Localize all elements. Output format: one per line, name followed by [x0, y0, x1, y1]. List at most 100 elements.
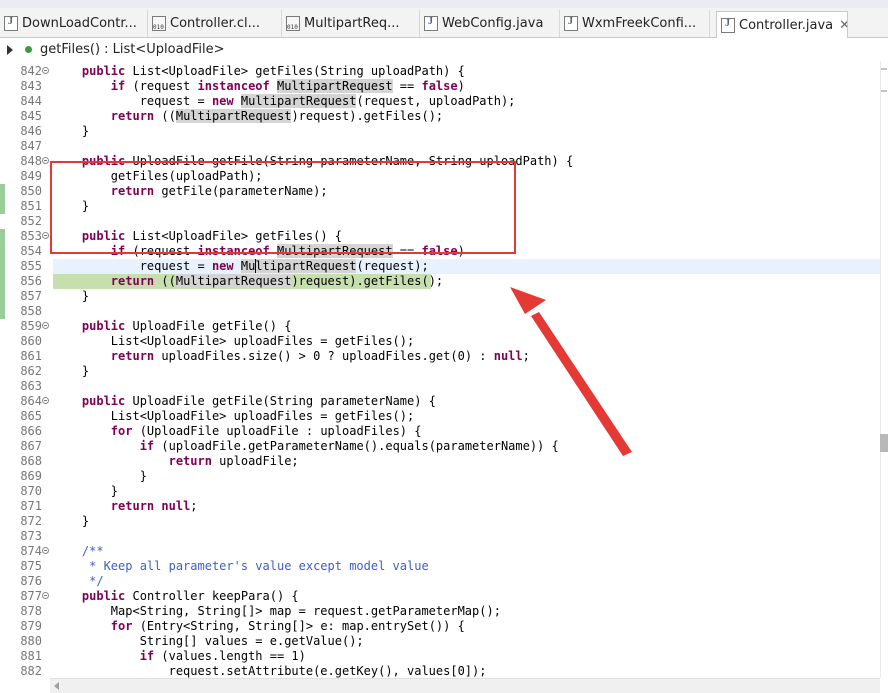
code-text[interactable]: return uploadFile; [53, 454, 299, 469]
code-text[interactable]: } [53, 364, 89, 379]
vertical-scrollbar[interactable] [880, 61, 888, 678]
code-editor[interactable]: 842 public List<UploadFile> getFiles(Str… [0, 61, 880, 678]
editor-tab[interactable]: WebConfig.java [420, 10, 560, 37]
code-text[interactable]: return ((MultipartRequest)request).getFi… [53, 109, 443, 124]
code-line[interactable]: 856 return ((MultipartRequest)request).g… [0, 274, 880, 289]
code-text[interactable]: if (request instanceof MultipartRequest … [53, 79, 465, 94]
code-text[interactable]: request = new MultipartRequest(request, … [53, 94, 515, 109]
code-line[interactable]: 879 for (Entry<String, String[]> e: map.… [0, 619, 880, 634]
code-line[interactable]: 855 request = new MultipartRequest(reque… [0, 259, 880, 274]
code-line[interactable]: 873 [0, 529, 880, 544]
scroll-left-icon[interactable] [54, 682, 59, 690]
editor-tab[interactable]: DownLoadContr... [0, 10, 148, 37]
fold-collapse-icon[interactable] [42, 322, 49, 329]
code-text[interactable]: */ [53, 574, 103, 589]
code-text[interactable]: if (values.length == 1) [53, 649, 306, 664]
editor-tab-label: MultipartReq... [304, 16, 400, 31]
code-text[interactable]: return ((MultipartRequest)request).getFi… [53, 274, 443, 289]
code-text[interactable]: return uploadFiles.size() > 0 ? uploadFi… [53, 349, 530, 364]
code-line[interactable]: 865 List<UploadFile> uploadFiles = getFi… [0, 409, 880, 424]
code-line[interactable]: 858 [0, 304, 880, 319]
line-number: 862 [20, 364, 42, 378]
code-line[interactable]: 859 public UploadFile getFile() { [0, 319, 880, 334]
code-line[interactable]: 882 request.setAttribute(e.getKey(), val… [0, 664, 880, 678]
code-text[interactable]: } [53, 289, 89, 304]
line-number: 859 [20, 319, 42, 333]
horizontal-scrollbar[interactable] [50, 678, 880, 693]
code-text[interactable]: for (Entry<String, String[]> e: map.entr… [53, 619, 465, 634]
line-number: 869 [20, 469, 42, 483]
code-text[interactable]: if (uploadFile.getParameterName().equals… [53, 439, 559, 454]
editor-tab[interactable]: Controller.cl... [148, 10, 282, 37]
line-number: 863 [20, 379, 42, 393]
close-icon[interactable]: ✕ [839, 18, 847, 33]
code-text[interactable]: Map<String, String[]> map = request.getP… [53, 604, 501, 619]
editor-tab[interactable]: WxmFreekConfi... [560, 10, 710, 37]
code-text[interactable]: } [53, 469, 147, 484]
code-text[interactable]: return null; [53, 499, 198, 514]
overview-ruler-mark[interactable] [881, 90, 887, 92]
fold-collapse-icon[interactable] [42, 67, 49, 74]
code-line[interactable]: 874 /** [0, 544, 880, 559]
code-text[interactable]: public UploadFile getFile() { [53, 319, 292, 334]
code-line[interactable]: 863 [0, 379, 880, 394]
code-line[interactable]: 872 } [0, 514, 880, 529]
code-text[interactable]: * Keep all parameter's value except mode… [53, 559, 429, 574]
code-line[interactable]: 866 for (UploadFile uploadFile : uploadF… [0, 424, 880, 439]
chevron-right-icon[interactable] [7, 44, 13, 55]
code-text[interactable]: String[] values = e.getValue(); [53, 634, 364, 649]
code-line[interactable]: 846 } [0, 124, 880, 139]
code-text[interactable]: /** [53, 544, 104, 559]
code-line[interactable]: 844 request = new MultipartRequest(reque… [0, 94, 880, 109]
java-file-icon [424, 16, 438, 31]
java-file-icon [564, 16, 578, 31]
code-line[interactable]: 868 return uploadFile; [0, 454, 880, 469]
breadcrumb-label[interactable]: getFiles() : List<UploadFile> [40, 42, 224, 57]
code-text[interactable]: public List<UploadFile> getFiles(String … [53, 64, 465, 79]
code-text[interactable]: for (UploadFile uploadFile : uploadFiles… [53, 424, 422, 439]
scrollbar-thumb[interactable] [880, 434, 888, 452]
code-line[interactable]: 871 return null; [0, 499, 880, 514]
code-line[interactable]: 875 * Keep all parameter's value except … [0, 559, 880, 574]
code-line[interactable]: 843 if (request instanceof MultipartRequ… [0, 79, 880, 94]
code-text[interactable]: public Controller keepPara() { [53, 589, 299, 604]
code-text[interactable]: } [53, 124, 89, 139]
code-text[interactable]: } [53, 484, 118, 499]
code-line[interactable]: 880 String[] values = e.getValue(); [0, 634, 880, 649]
code-line[interactable]: 864 public UploadFile getFile(String par… [0, 394, 880, 409]
line-number: 846 [20, 124, 42, 138]
code-text[interactable]: } [53, 514, 89, 529]
code-line[interactable]: 869 } [0, 469, 880, 484]
code-text[interactable]: List<UploadFile> uploadFiles = getFiles(… [53, 409, 414, 424]
code-line[interactable]: 870 } [0, 484, 880, 499]
code-text[interactable]: request.setAttribute(e.getKey(), values[… [53, 664, 487, 678]
fold-collapse-icon[interactable] [42, 397, 49, 404]
code-line[interactable]: 842 public List<UploadFile> getFiles(Str… [0, 64, 880, 79]
line-number: 848 [20, 154, 42, 168]
fold-collapse-icon[interactable] [42, 157, 49, 164]
code-line[interactable]: 876 */ [0, 574, 880, 589]
editor-tab[interactable]: MultipartReq... [282, 10, 420, 37]
code-line[interactable]: 860 List<UploadFile> uploadFiles = getFi… [0, 334, 880, 349]
code-line[interactable]: 881 if (values.length == 1) [0, 649, 880, 664]
code-text[interactable]: public UploadFile getFile(String paramet… [53, 394, 436, 409]
editor-tab-label: WebConfig.java [442, 16, 544, 31]
code-line[interactable]: 867 if (uploadFile.getParameterName().eq… [0, 439, 880, 454]
code-line[interactable]: 862 } [0, 364, 880, 379]
code-line[interactable]: 861 return uploadFiles.size() > 0 ? uplo… [0, 349, 880, 364]
editor-tab-bar: DownLoadContr... Controller.cl... Multipar… [0, 8, 888, 38]
fold-collapse-icon[interactable] [42, 592, 49, 599]
overview-ruler-mark[interactable] [881, 68, 887, 70]
public-method-icon [25, 46, 32, 53]
code-line[interactable]: 857 } [0, 289, 880, 304]
fold-collapse-icon[interactable] [42, 232, 49, 239]
code-text[interactable]: List<UploadFile> uploadFiles = getFiles(… [53, 334, 414, 349]
editor-tab[interactable]: Controller.java ✕ [716, 11, 848, 38]
fold-collapse-icon[interactable] [42, 547, 49, 554]
code-line[interactable]: 845 return ((MultipartRequest)request).g… [0, 109, 880, 124]
code-text[interactable]: request = new MultipartRequest(request); [53, 259, 429, 274]
code-line[interactable]: 877 public Controller keepPara() { [0, 589, 880, 604]
breadcrumb[interactable]: getFiles() : List<UploadFile> [0, 38, 888, 61]
code-line[interactable]: 847 [0, 139, 880, 154]
code-line[interactable]: 878 Map<String, String[]> map = request.… [0, 604, 880, 619]
